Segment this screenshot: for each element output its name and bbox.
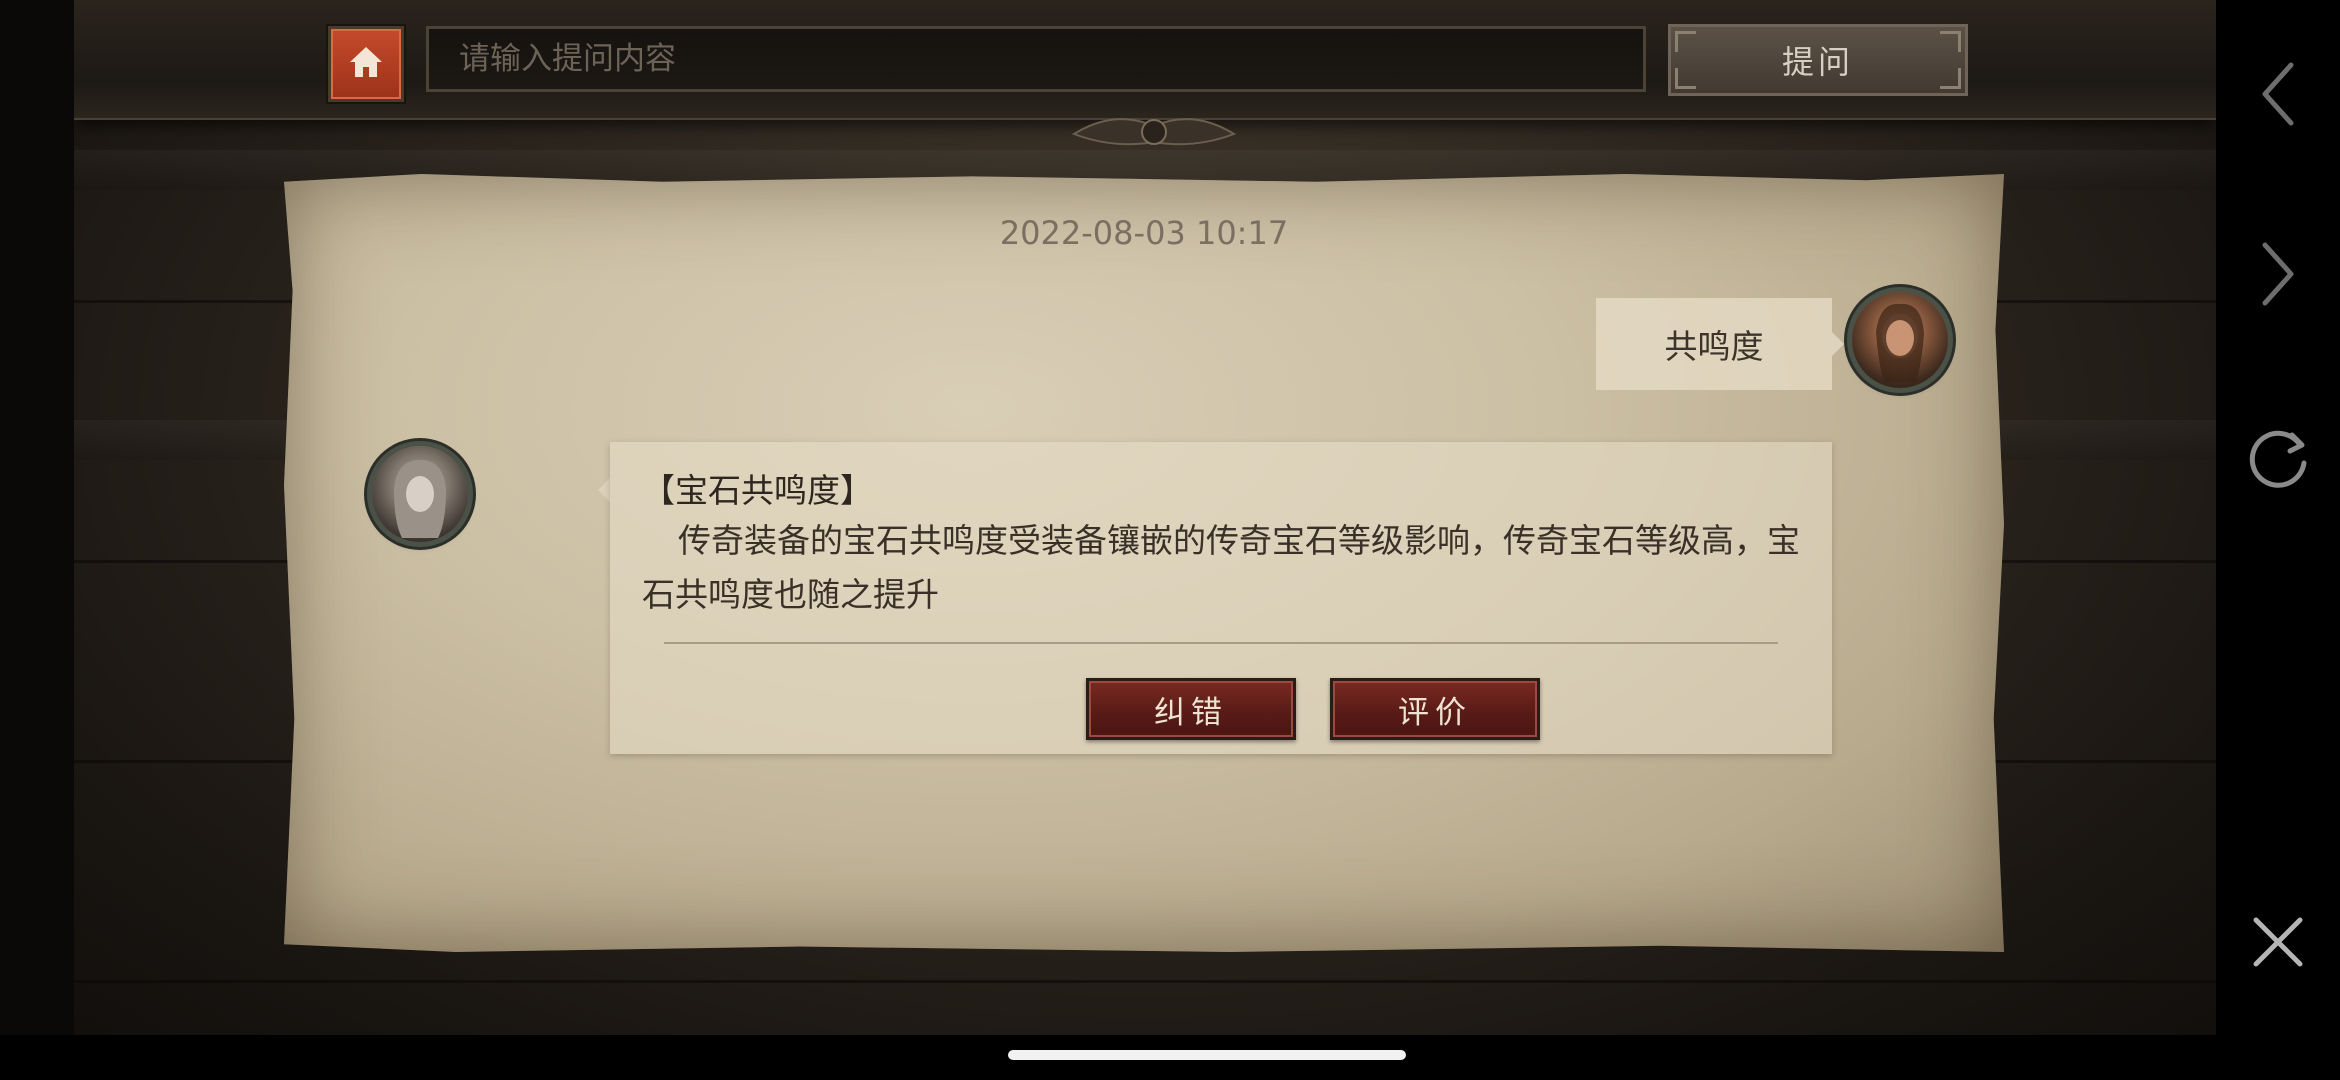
forward-icon[interactable] [2216, 232, 2340, 316]
message-timestamp: 2022-08-03 10:17 [999, 214, 1289, 252]
refresh-icon[interactable] [2216, 416, 2340, 500]
left-edge [0, 0, 74, 1035]
question-input[interactable] [426, 26, 1646, 92]
report-error-label: 纠错 [1154, 694, 1228, 731]
home-indicator[interactable] [1008, 1050, 1406, 1060]
home-button[interactable] [328, 26, 404, 102]
assistant-avatar [372, 446, 468, 542]
answer-card: 【宝石共鸣度】 传奇装备的宝石共鸣度受装备镶嵌的传奇宝石等级影响，传奇宝石等级高… [610, 442, 1832, 754]
ornament [1064, 104, 1244, 164]
ask-button-label: 提问 [1781, 43, 1854, 81]
screen: 提问 2022-08-03 10:17 共鸣度 [0, 0, 2340, 1080]
corner-ornament [1675, 31, 1696, 52]
user-avatar [1852, 292, 1948, 388]
question-text: 共鸣度 [1664, 327, 1764, 366]
corner-ornament [1940, 31, 1961, 52]
back-icon[interactable] [2216, 52, 2340, 136]
side-nav [2216, 0, 2340, 1080]
game-area: 提问 2022-08-03 10:17 共鸣度 [74, 0, 2216, 1035]
close-icon[interactable] [2216, 900, 2340, 984]
plank-line [74, 980, 2216, 983]
paper-panel: 2022-08-03 10:17 共鸣度 【宝石共鸣度】 传奇装备的宝石共鸣度受… [284, 174, 2004, 952]
answer-body: 传奇装备的宝石共鸣度受装备镶嵌的传奇宝石等级影响，传奇宝石等级高，宝石共鸣度也随… [642, 521, 1800, 614]
question-bubble: 共鸣度 [1596, 298, 1832, 390]
ask-button[interactable]: 提问 [1668, 24, 1968, 96]
report-error-button[interactable]: 纠错 [1086, 678, 1296, 740]
bubble-tail [1832, 332, 1844, 356]
bubble-tail [598, 478, 610, 502]
home-icon [346, 42, 386, 86]
divider [664, 642, 1778, 644]
rate-button[interactable]: 评价 [1330, 678, 1540, 740]
corner-ornament [1940, 68, 1961, 89]
corner-ornament [1675, 68, 1696, 89]
top-bar: 提问 [74, 0, 2216, 120]
answer-title: 【宝石共鸣度】 [642, 471, 873, 510]
rate-label: 评价 [1398, 694, 1472, 731]
